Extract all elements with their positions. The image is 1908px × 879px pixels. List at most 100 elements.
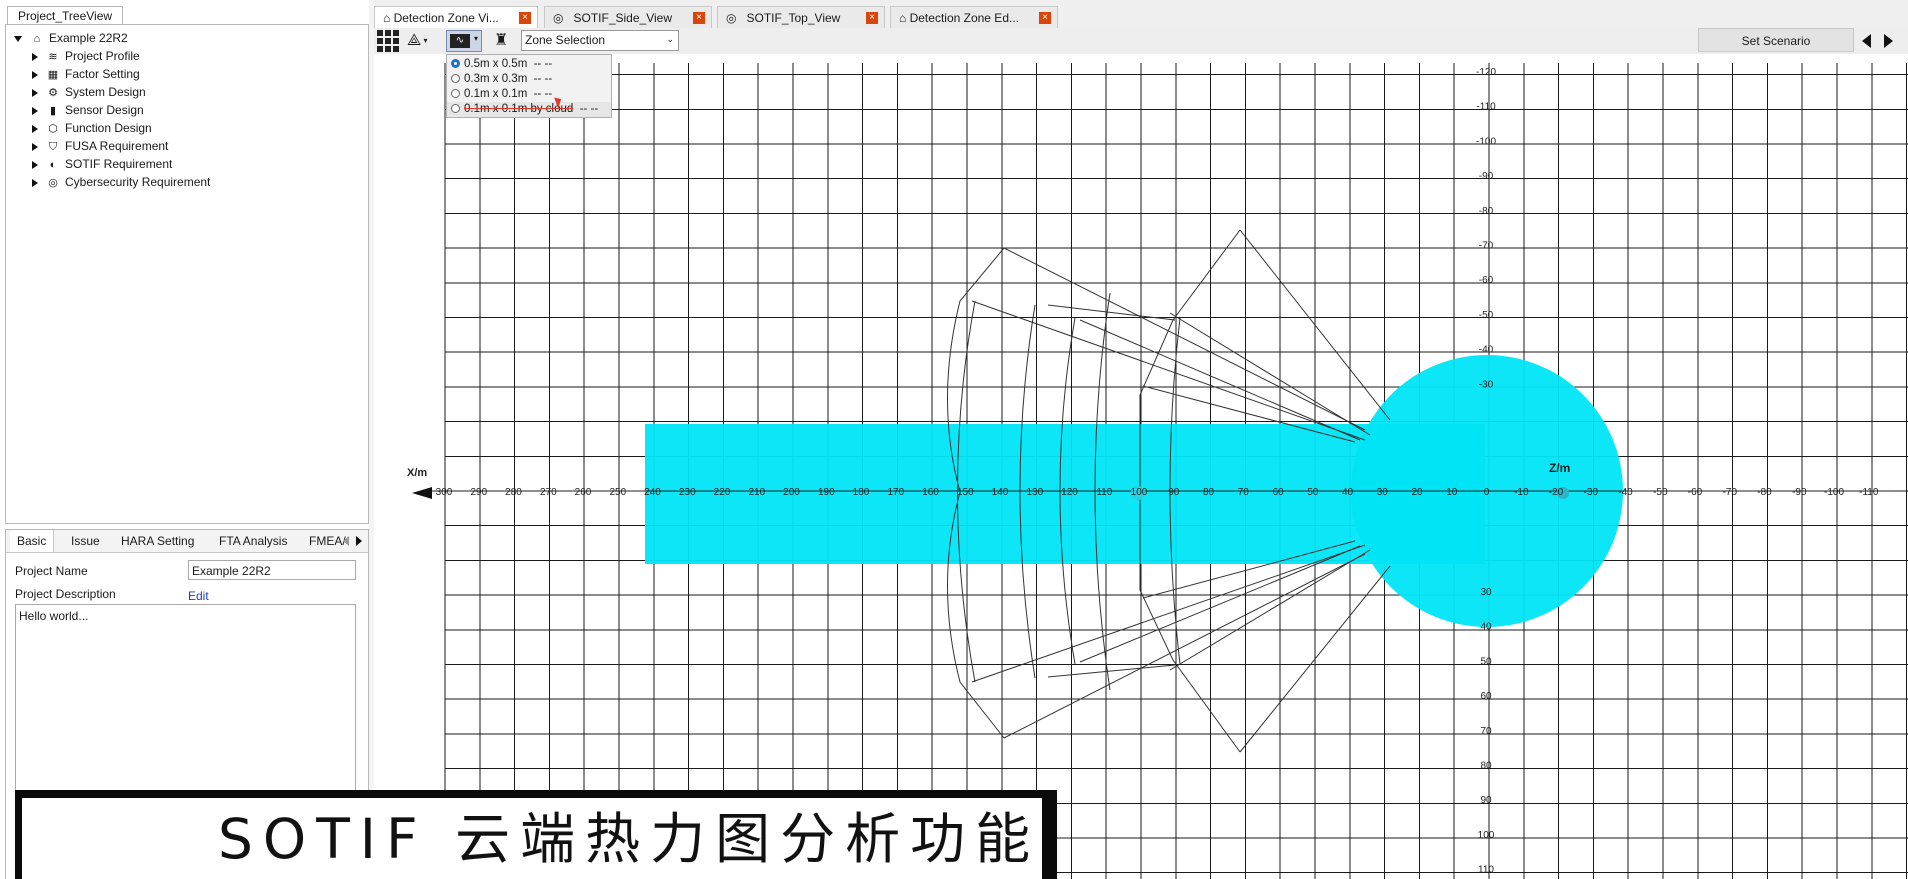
x-tick-label: 240 — [644, 487, 661, 498]
doc-tab-sotif-side-view[interactable]: ◎ SOTIF_Side_View × — [544, 6, 712, 28]
z-tick-label: 50 — [1480, 656, 1492, 667]
tree-item[interactable]: ⬡ Function Design — [32, 119, 152, 137]
x-tick-label: 40 — [1342, 487, 1354, 498]
hexagon-icon: ⬡ — [48, 122, 58, 135]
x-tick-label: 140 — [992, 487, 1009, 498]
tree-item-label: Factor Setting — [65, 67, 140, 81]
tree-item-label: FUSA Requirement — [65, 139, 169, 153]
x-tick-label: 230 — [679, 487, 696, 498]
radio-selected-icon[interactable] — [451, 59, 460, 68]
menu-item-0-3m[interactable]: 0.3m x 0.3m -- -- — [447, 72, 552, 87]
tree-item[interactable]: ◎ Cybersecurity Requirement — [32, 173, 210, 191]
x-tick-label: 250 — [609, 487, 626, 498]
expand-arrow-icon[interactable] — [32, 70, 38, 79]
x-tick-label: -80 — [1757, 487, 1772, 498]
x-tick-label: 300 — [436, 487, 453, 498]
close-icon[interactable]: × — [519, 12, 531, 24]
menu-item-0-5m[interactable]: 0.5m x 0.5m -- -- — [447, 57, 552, 72]
x-tick-label: 280 — [505, 487, 522, 498]
tree-item[interactable]: ⛉ FUSA Requirement — [32, 137, 168, 155]
zone-selection-dropdown[interactable]: Zone Selection ⌄ — [521, 30, 679, 51]
view-3d-icon: ⌂ — [899, 11, 907, 25]
z-tick-label: -50 — [1479, 310, 1494, 321]
arrow-left-icon[interactable] — [1862, 34, 1871, 48]
heatmap-grid-button[interactable]: ∿ ▾ — [446, 30, 482, 52]
set-scenario-button[interactable]: Set Scenario — [1698, 28, 1854, 52]
expand-arrow-icon[interactable] — [32, 106, 38, 115]
z-tick-label: 70 — [1480, 726, 1492, 737]
expand-arrow-icon[interactable] — [32, 88, 38, 97]
tree-root[interactable]: ⌂ Example 22R2 — [14, 29, 128, 47]
x-tick-label: 110 — [1096, 487, 1112, 498]
x-tick-label: 150 — [957, 487, 974, 498]
radio-icon[interactable] — [451, 104, 460, 113]
tab-scroll-left-icon[interactable] — [343, 536, 349, 546]
radio-icon[interactable] — [451, 89, 460, 98]
expand-arrow-icon[interactable] — [32, 160, 38, 169]
x-tick-label: 260 — [575, 487, 592, 498]
expand-arrow-icon[interactable] — [14, 35, 22, 42]
expand-arrow-icon[interactable] — [32, 178, 38, 187]
axes-view-icon[interactable]: ⟁ ▾ — [407, 30, 437, 52]
globe-icon: ◎ — [726, 11, 737, 25]
x-tick-label: 270 — [540, 487, 557, 498]
close-icon[interactable]: × — [1039, 12, 1051, 24]
tab-hara-setting[interactable]: HARA Setting — [114, 530, 201, 552]
tab-basic[interactable]: Basic — [10, 530, 55, 552]
tab-scroll-right-icon[interactable] — [356, 536, 362, 546]
grid-view-icon[interactable] — [377, 30, 399, 52]
tree-item[interactable]: ≋ Project Profile — [32, 47, 140, 65]
doc-tab-detection-zone-edit[interactable]: ⌂ Detection Zone Ed... × — [890, 6, 1058, 28]
x-tick-label: 30 — [1377, 487, 1389, 498]
z-tick-label: -80 — [1479, 206, 1494, 217]
half-circle-icon: ◐ — [49, 158, 57, 171]
z-tick-label: 90 — [1480, 795, 1492, 806]
z-tick-label: -100 — [1476, 136, 1496, 147]
caption-text: SOTIF 云端热力图分析功能 — [218, 807, 1041, 871]
expand-arrow-icon[interactable] — [32, 124, 38, 133]
close-icon[interactable]: × — [693, 12, 705, 24]
x-tick-label: 200 — [783, 487, 800, 498]
project-icon: ⌂ — [33, 32, 41, 45]
x-tick-label: 180 — [853, 487, 870, 498]
x-tick-label: 20 — [1411, 487, 1423, 498]
z-tick-label: -110 — [1476, 102, 1496, 113]
radio-icon[interactable] — [451, 74, 460, 83]
project-name-field[interactable]: Example 22R2 — [188, 560, 356, 580]
tab-fta-analysis[interactable]: FTA Analysis — [212, 530, 294, 552]
x-tick-label: 80 — [1203, 487, 1215, 498]
edit-link[interactable]: Edit — [188, 589, 209, 603]
x-tick-label: -100 — [1824, 487, 1844, 498]
z-axis-label: Z/m — [1549, 461, 1570, 475]
menu-item-0-1m[interactable]: 0.1m x 0.1m -- -- — [447, 87, 552, 102]
z-tick-label: -30 — [1479, 379, 1494, 390]
close-icon[interactable]: × — [866, 12, 878, 24]
tree-item[interactable]: ▦ Factor Setting — [32, 65, 140, 83]
x-axis-arrow-icon — [412, 487, 432, 499]
tree-item-label: Function Design — [65, 121, 152, 135]
layers-icon: ≋ — [48, 50, 58, 63]
x-tick-label: -30 — [1584, 487, 1599, 498]
expand-arrow-icon[interactable] — [32, 52, 38, 61]
x-tick-label: -50 — [1653, 487, 1668, 498]
doc-tab-sotif-top-view[interactable]: ◎ SOTIF_Top_View × — [717, 6, 885, 28]
z-tick-label: -90 — [1479, 171, 1494, 182]
broom-icon[interactable]: ♜ — [494, 30, 514, 52]
x-tick-label: 190 — [818, 487, 835, 498]
detection-zone-plot[interactable]: X/m Z/m 300 290 280 270 260 250 240 230 220 210 20… — [374, 54, 1908, 879]
project-name-label: Project Name — [15, 564, 88, 578]
arrow-right-icon[interactable] — [1884, 34, 1893, 48]
shield-icon: ⛉ — [48, 140, 58, 153]
menu-item-0-1m-by-cloud[interactable]: 0.1m x 0.1m by cloud -- -- — [447, 102, 611, 117]
tree-item[interactable]: ⚙ System Design — [32, 83, 146, 101]
properties-tabbar: Basic Issue HARA Setting FTA Analysis FM… — [6, 530, 368, 553]
tab-project-treeview[interactable]: Project_TreeView — [7, 6, 124, 25]
expand-arrow-icon[interactable] — [32, 142, 38, 151]
tree-item[interactable]: ▮ Sensor Design — [32, 101, 144, 119]
grid-resolution-menu: 0.5m x 0.5m -- -- 0.3m x 0.3m -- -- 0.1m… — [446, 54, 612, 118]
tab-issue[interactable]: Issue — [64, 530, 107, 552]
x-tick-label: 220 — [714, 487, 731, 498]
z-tick-label: 40 — [1480, 622, 1492, 633]
tree-item[interactable]: ◐ SOTIF Requirement — [32, 155, 172, 173]
doc-tab-detection-zone-view[interactable]: ⌂ Detection Zone Vi... × — [374, 6, 538, 28]
